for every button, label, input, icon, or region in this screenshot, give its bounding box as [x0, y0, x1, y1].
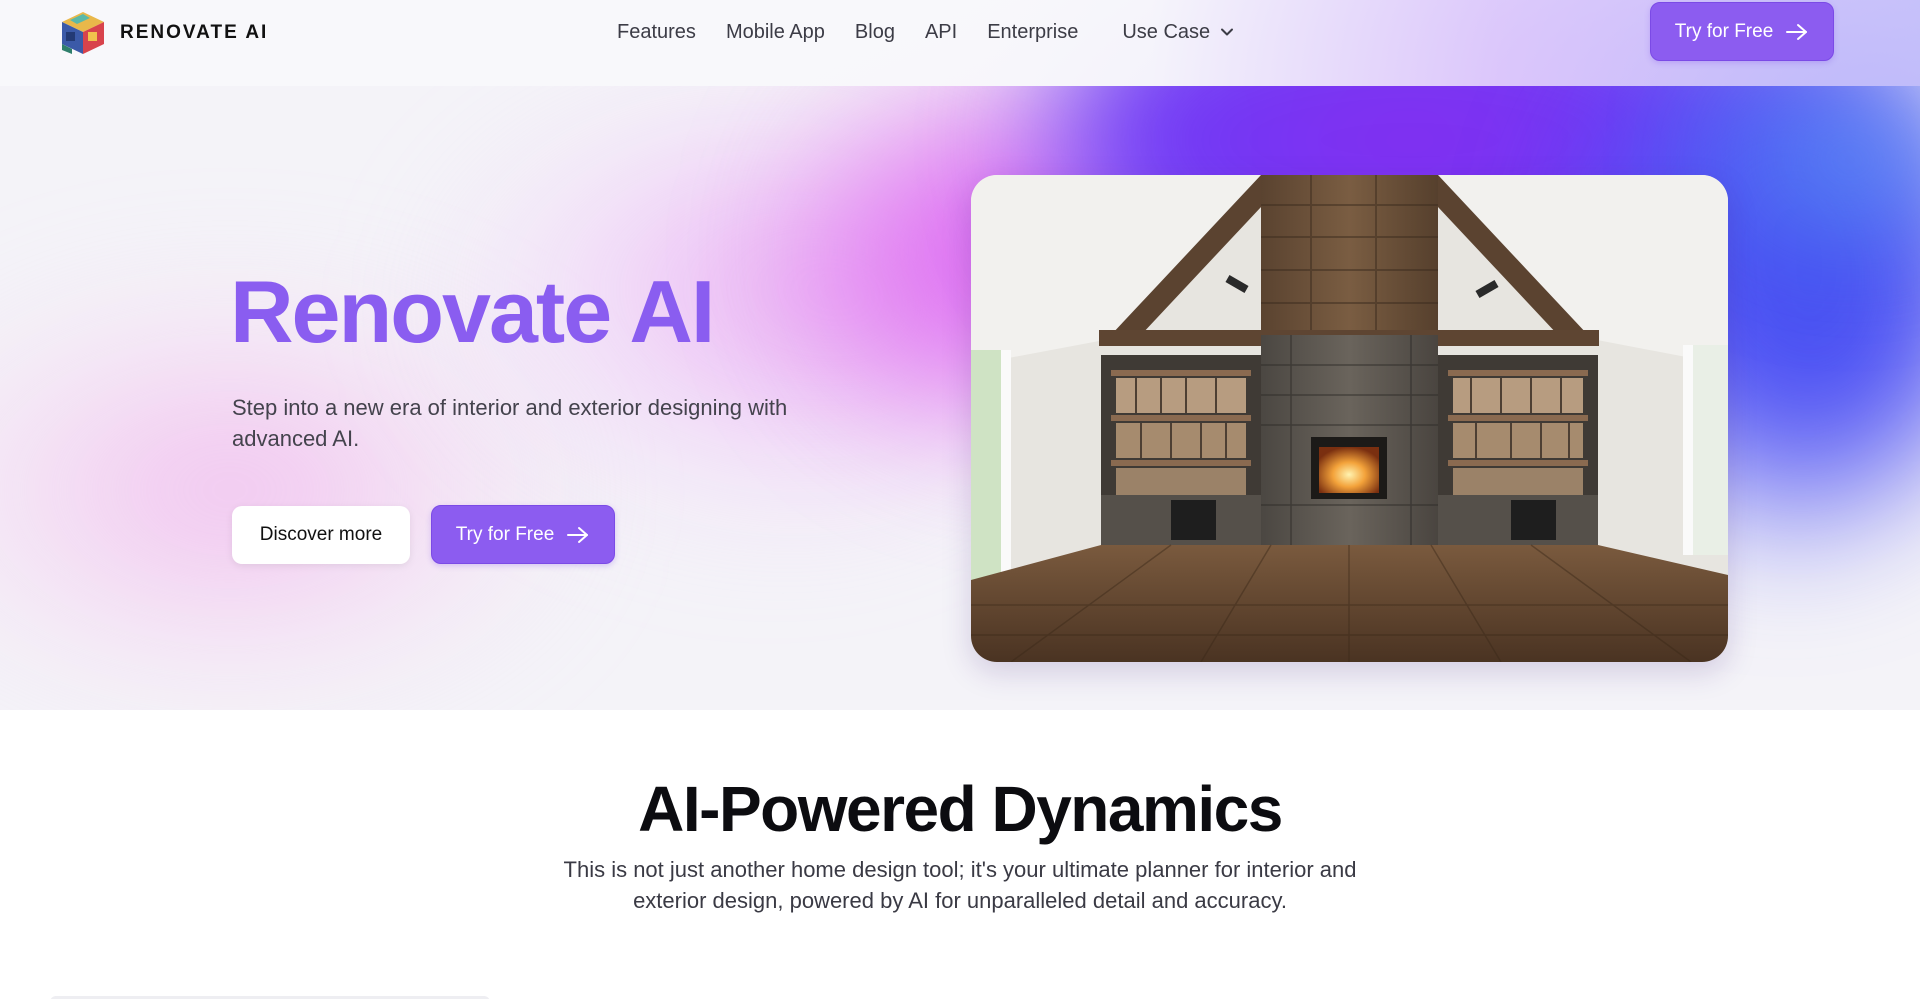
arrow-right-icon [1786, 23, 1808, 40]
dynamics-section: AI-Powered Dynamics This is not just ano… [0, 710, 1920, 999]
nav-blog[interactable]: Blog [855, 21, 895, 44]
nav-enterprise[interactable]: Enterprise [987, 21, 1078, 44]
cube-logo-icon [62, 12, 104, 54]
discover-more-button[interactable]: Discover more [232, 506, 410, 564]
header-try-free-button[interactable]: Try for Free [1650, 2, 1834, 61]
dynamics-title: AI-Powered Dynamics [638, 773, 1283, 845]
arrow-right-icon [567, 526, 589, 543]
header-try-free-label: Try for Free [1674, 20, 1774, 42]
brand-logo[interactable]: RENOVATE AI [58, 10, 268, 56]
hero-subtitle: Step into a new era of interior and exte… [232, 395, 788, 451]
nav-mobile-app[interactable]: Mobile App [726, 21, 825, 44]
nav-api[interactable]: API [925, 21, 957, 44]
hero-room-image [971, 175, 1728, 662]
hero-title: Renovate AI [230, 262, 715, 361]
nav-use-case-dropdown[interactable]: Use Case [1122, 21, 1234, 44]
brand-name: RENOVATE AI [120, 22, 269, 43]
dynamics-description: This is not just another home design too… [563, 857, 1357, 913]
hero-try-free-label: Try for Free [455, 523, 555, 545]
living-room-fireplace-icon [971, 175, 1728, 662]
main-nav: Features Mobile App Blog API Enterprise … [617, 20, 1264, 44]
chevron-down-icon [1221, 28, 1234, 36]
nav-use-case-label: Use Case [1122, 20, 1211, 43]
hero-try-free-button[interactable]: Try for Free [431, 505, 615, 564]
nav-features[interactable]: Features [617, 21, 696, 44]
discover-more-label: Discover more [259, 524, 383, 545]
top-navbar: RENOVATE AI Features Mobile App Blog API… [0, 0, 1920, 86]
page: RENOVATE AI Features Mobile App Blog API… [0, 0, 1920, 999]
